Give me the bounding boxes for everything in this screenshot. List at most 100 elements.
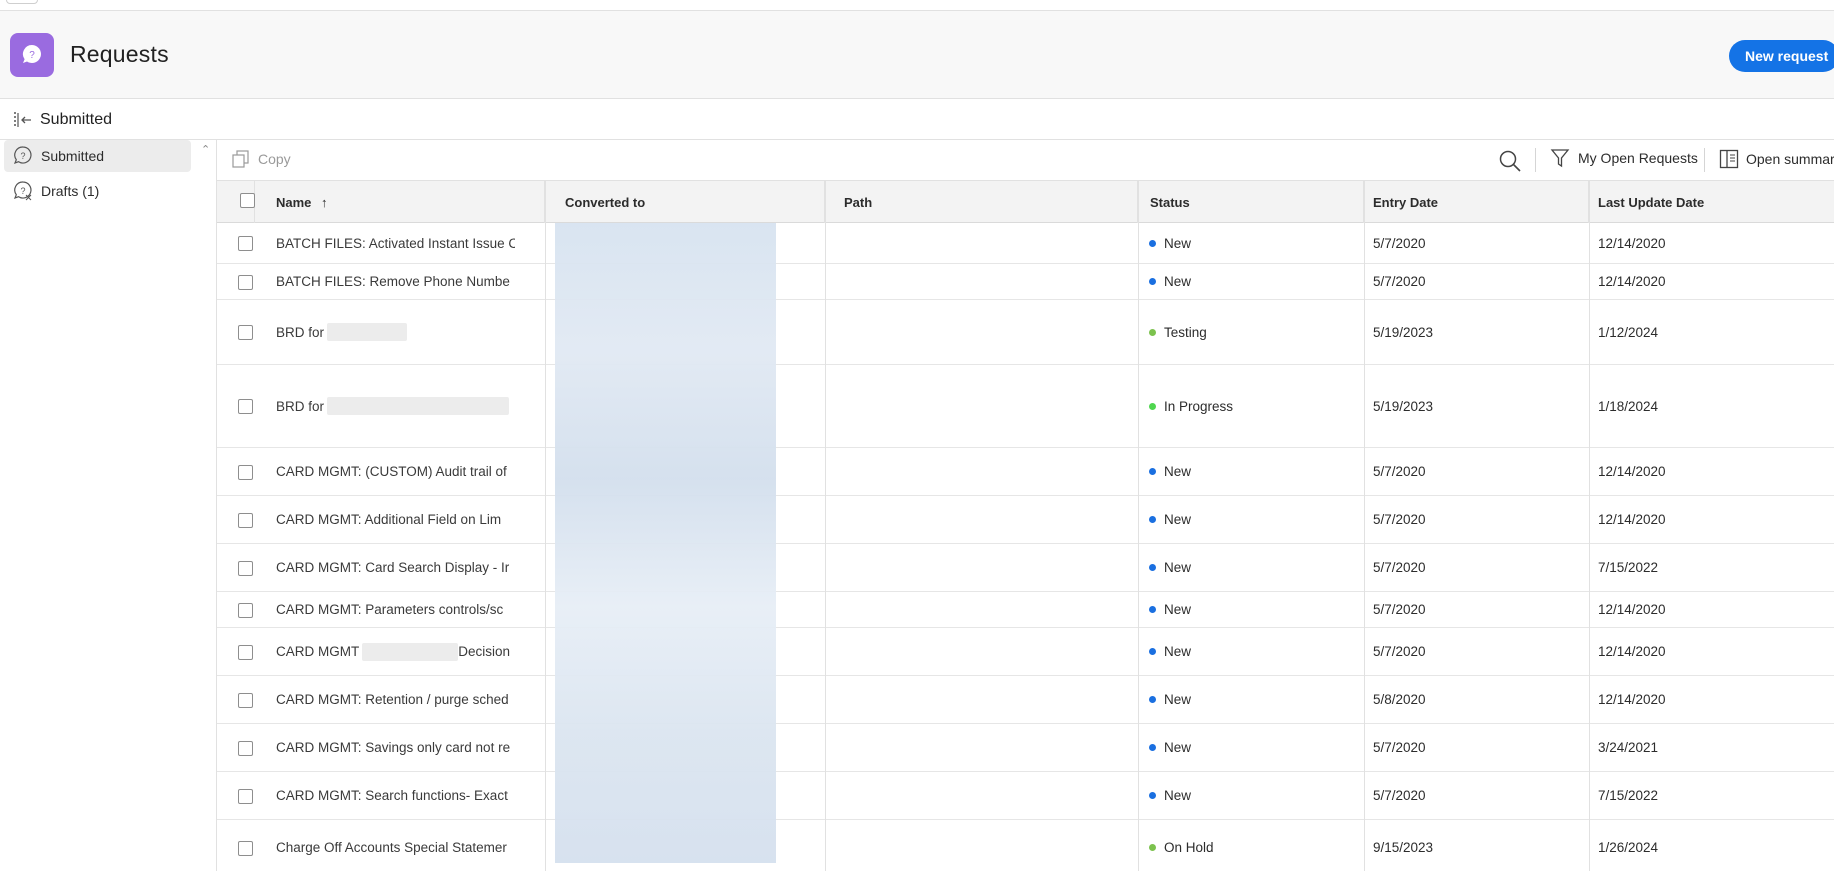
row-checkbox[interactable] — [238, 560, 253, 576]
request-name-cell[interactable]: Charge Off Accounts Special Statemer — [255, 820, 515, 871]
table-row[interactable]: CARD MGMT Decision New 5/7/2020 12/14/2020 — [217, 628, 1834, 676]
status-badge: In Progress — [1164, 398, 1234, 414]
request-name-cell[interactable]: BATCH FILES: Remove Phone Numbe — [255, 264, 515, 299]
toolbar-divider — [1704, 148, 1705, 172]
table-row[interactable]: CARD MGMT: Search functions- Exact New 5/7… — [217, 772, 1834, 820]
request-name-cell[interactable]: CARD MGMT: Retention / purge sched — [255, 676, 515, 723]
status-dot-icon — [1149, 844, 1156, 851]
status-dot-icon — [1149, 606, 1156, 613]
request-name-cell[interactable]: CARD MGMT: Parameters controls/sc — [255, 592, 515, 627]
last-update-date-cell: 12/14/2020 — [1598, 512, 1666, 527]
row-checkbox[interactable] — [238, 692, 253, 708]
last-update-date-cell: 12/14/2020 — [1598, 692, 1666, 707]
status-cell: New — [1138, 223, 1364, 263]
row-checkbox[interactable] — [238, 740, 253, 756]
table-row[interactable]: Charge Off Accounts Special Statemer On H… — [217, 820, 1834, 871]
last-update-date-cell: 12/14/2020 — [1598, 464, 1666, 479]
row-checkbox[interactable] — [238, 602, 253, 618]
request-name: BATCH FILES: Activated Instant Issue C — [276, 235, 515, 251]
summary-panel-icon — [1719, 149, 1739, 169]
row-checkbox[interactable] — [238, 274, 253, 290]
status-badge: New — [1164, 692, 1192, 707]
request-name-cell[interactable]: CARD MGMT: Card Search Display - Ir — [255, 544, 515, 591]
table-row[interactable]: BATCH FILES: Activated Instant Issue C Ne… — [217, 223, 1834, 264]
table-row[interactable]: CARD MGMT: Card Search Display - Ir New 5/… — [217, 544, 1834, 592]
request-name-cell[interactable]: CARD MGMT: Search functions- Exact — [255, 772, 515, 819]
last-update-date-cell: 12/14/2020 — [1598, 235, 1666, 251]
column-header-path[interactable]: Path — [825, 181, 1138, 223]
select-all-checkbox[interactable] — [240, 193, 255, 208]
row-checkbox[interactable] — [238, 399, 253, 414]
column-name-label: Name — [276, 195, 312, 210]
request-name-cell[interactable]: CARD MGMT: Additional Field on Lim — [255, 496, 515, 543]
redacted-converted-to-column — [555, 223, 776, 863]
request-name-cell[interactable]: CARD MGMT: (CUSTOM) Audit trail of — [255, 448, 515, 495]
request-name-cell[interactable]: CARD MGMT Decision — [255, 628, 515, 675]
request-name: CARD MGMT — [276, 644, 360, 659]
grid-header-row: Name ↑ Converted to Path Status Entry Da… — [217, 181, 1834, 223]
collapse-sidebar-icon[interactable] — [13, 111, 33, 129]
table-row[interactable]: CARD MGMT: Retention / purge sched New 5/8… — [217, 676, 1834, 724]
row-select-cell — [217, 676, 255, 723]
request-name: CARD MGMT: Savings only card not re — [276, 740, 511, 755]
select-all-cell — [217, 181, 255, 223]
request-name-cell[interactable]: CARD MGMT: Savings only card not re — [255, 724, 515, 771]
search-icon[interactable] — [1498, 149, 1522, 173]
status-badge: New — [1164, 235, 1192, 251]
section-bar: Submitted — [0, 100, 1834, 140]
row-select-cell — [217, 448, 255, 495]
table-row[interactable]: CARD MGMT: Parameters controls/sc New 5/7/… — [217, 592, 1834, 628]
row-select-cell — [217, 628, 255, 675]
column-header-entry-date[interactable]: Entry Date — [1364, 181, 1589, 223]
column-header-status[interactable]: Status — [1138, 181, 1364, 223]
column-header-name[interactable]: Name ↑ — [255, 181, 545, 223]
open-summary-button[interactable]: Open summary — [1719, 149, 1834, 169]
table-row[interactable]: CARD MGMT: Additional Field on Lim New 5/7… — [217, 496, 1834, 544]
row-select-cell — [217, 592, 255, 627]
column-divider — [825, 181, 826, 871]
status-cell: New — [1138, 772, 1364, 819]
question-bubble-logo-icon: ? — [22, 44, 41, 63]
row-checkbox[interactable] — [238, 325, 253, 340]
page-header: ? Requests New request — [0, 11, 1834, 99]
sort-ascending-icon: ↑ — [321, 195, 328, 210]
request-name-cell[interactable]: BRD for — [255, 365, 515, 447]
entry-date-cell: 5/7/2020 — [1373, 560, 1426, 575]
column-header-converted-to[interactable]: Converted to — [545, 181, 825, 223]
copy-button[interactable]: Copy — [232, 150, 291, 168]
column-header-last-update-date[interactable]: Last Update Date — [1589, 181, 1834, 223]
row-checkbox[interactable] — [238, 840, 253, 856]
new-request-button[interactable]: New request — [1729, 40, 1834, 72]
row-checkbox[interactable] — [238, 644, 253, 660]
my-open-requests-filter[interactable]: My Open Requests — [1550, 148, 1698, 168]
table-row[interactable]: BATCH FILES: Remove Phone Numbe New 5/7/20… — [217, 264, 1834, 300]
status-dot-icon — [1149, 402, 1156, 410]
table-row[interactable]: CARD MGMT: (CUSTOM) Audit trail of New 5/7… — [217, 448, 1834, 496]
logo-glyph: ? — [29, 50, 35, 61]
status-cell: On Hold — [1138, 820, 1364, 871]
status-cell: New — [1138, 448, 1364, 495]
row-checkbox[interactable] — [238, 512, 253, 528]
entry-date-cell: 5/7/2020 — [1373, 740, 1426, 755]
status-dot-icon — [1149, 468, 1156, 475]
sidebar: ⌃ ? Submitted ? Drafts (1) — [0, 140, 217, 871]
status-badge: Testing — [1164, 324, 1207, 340]
table-row[interactable]: BRD for Testing 5/19/2023 1/12/2024 — [217, 300, 1834, 365]
row-checkbox[interactable] — [238, 464, 253, 480]
status-dot-icon — [1149, 516, 1156, 523]
chevron-up-icon[interactable]: ⌃ — [201, 143, 210, 156]
sidebar-item-drafts[interactable]: ? Drafts (1) — [4, 175, 191, 207]
request-name: CARD MGMT: Search functions- Exact — [276, 788, 508, 803]
row-checkbox[interactable] — [238, 236, 253, 251]
sidebar-item-submitted[interactable]: ? Submitted — [4, 140, 191, 172]
table-row[interactable]: CARD MGMT: Savings only card not re New 5/… — [217, 724, 1834, 772]
request-name-cell[interactable]: BATCH FILES: Activated Instant Issue C — [255, 223, 515, 263]
redacted-text — [327, 397, 510, 415]
last-update-date-cell: 1/26/2024 — [1598, 840, 1659, 855]
request-name-cell[interactable]: BRD for — [255, 300, 515, 364]
status-cell: New — [1138, 628, 1364, 675]
row-checkbox[interactable] — [238, 788, 253, 804]
requests-grid: Name ↑ Converted to Path Status Entry Da… — [217, 181, 1834, 871]
row-select-cell — [217, 365, 255, 447]
table-row[interactable]: BRD for In Progress 5/19/2023 1/18/2024 — [217, 365, 1834, 448]
